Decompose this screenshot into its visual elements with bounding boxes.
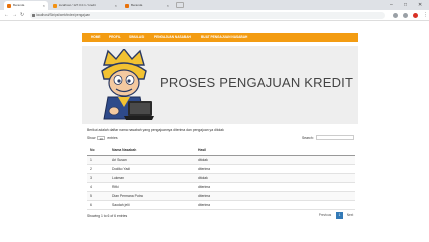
cell-hasil: ditolak [195,155,355,165]
minimize-icon[interactable]: – [390,0,393,10]
column-header-hasil[interactable]: Hasil [195,146,355,156]
table-row: 6 Saodah jelii diterima [87,200,355,210]
browser-tab-label: Beranda [131,3,143,7]
cell-no: 6 [87,200,109,210]
new-tab-button[interactable] [176,2,184,8]
nav-item-home[interactable]: HOME [91,33,101,42]
cell-nama: Saodah jelii [109,200,195,210]
cell-nama: Rifki [109,182,195,192]
search-input[interactable] [316,135,354,140]
page-container: HOME PROFIL SIMULASI PENGAJUAN NASABAH B… [82,33,358,223]
show-entries-control: Show 10 entries [87,136,118,141]
show-label: Show [87,136,96,140]
reload-icon[interactable]: ↻ [20,10,24,21]
site-favicon-icon [53,3,57,8]
cell-no: 1 [87,155,109,165]
close-tab-icon[interactable]: × [115,1,117,10]
previous-page-button[interactable]: Previous [316,212,334,219]
page-info-icon[interactable] [32,14,35,17]
address-bar[interactable]: localhost/Skripsi/web/index/pengajuan [30,12,385,19]
extension-icon[interactable] [393,13,398,18]
site-favicon-icon [125,3,129,8]
column-header-no[interactable]: No [87,146,109,156]
entries-label: entries [107,136,118,140]
nav-item-profil[interactable]: PROFIL [109,33,121,42]
browser-tab-bar: Beranda × localhost / 127.0.0.1 / kredit… [0,0,429,10]
profile-avatar-icon[interactable] [413,13,418,18]
address-bar-url: localhost/Skripsi/web/index/pengajuan [36,13,91,17]
entries-per-page-select[interactable]: 10 [97,136,106,142]
banner-title: PROSES PENGAJUAN KREDIT [160,75,354,90]
extension-icon[interactable] [403,13,408,18]
cell-hasil: diterima [195,200,355,210]
cell-no: 3 [87,173,109,183]
table-row: 1 Ari Susan ditolak [87,155,355,165]
nav-item-simulasi[interactable]: SIMULASI [129,33,144,42]
cell-no: 5 [87,191,109,201]
mascot-illustration [101,49,154,120]
browser-tab[interactable]: Beranda × [4,1,48,10]
table-row: 2 Dodiko Yadi diterima [87,164,355,174]
nav-item-pengajuan-nasabah[interactable]: PENGAJUAN NASABAH [154,33,191,42]
nav-item-buat-pengajuan[interactable]: BUAT PENGAJUAN NASABAH [201,33,247,42]
cell-nama: Ari Susan [109,155,195,165]
main-navbar: HOME PROFIL SIMULASI PENGAJUAN NASABAH B… [82,33,358,42]
table-row: 3 Lukman ditolak [87,173,355,183]
browser-tab-label: localhost / 127.0.0.1 / kredit [59,3,96,7]
table-info: Showing 1 to 6 of 6 entries [87,214,128,218]
cell-no: 4 [87,182,109,192]
page-1-button[interactable]: 1 [336,212,343,219]
cell-hasil: ditolak [195,173,355,183]
cell-hasil: diterima [195,164,355,174]
next-page-button[interactable]: Next [344,212,356,219]
forward-arrow-icon[interactable]: → [12,10,17,21]
browser-tab-label: Beranda [13,3,25,7]
cell-hasil: diterima [195,182,355,192]
browser-toolbar: ← → ↻ localhost/Skripsi/web/index/pengaj… [0,10,429,21]
close-window-icon[interactable]: ✕ [418,0,422,10]
cell-nama: Dian Permana Putra [109,191,195,201]
maximize-icon[interactable]: □ [404,0,407,10]
cell-no: 2 [87,164,109,174]
page-description: Berikut adalah daftar nama nasabah yang … [87,128,224,132]
table-row: 4 Rifki diterima [87,182,355,192]
table-row: 5 Dian Permana Putra diterima [87,191,355,201]
back-arrow-icon[interactable]: ← [4,10,9,21]
browser-tab[interactable]: Beranda × [122,1,172,10]
cell-hasil: diterima [195,191,355,201]
browser-menu-icon[interactable]: ⋮ [423,10,428,21]
close-tab-icon[interactable]: × [167,1,169,10]
nasabah-table: No Nama Nasabah Hasil 1 Ari Susan ditola… [87,146,355,210]
table-header-row: No Nama Nasabah Hasil [87,146,355,156]
close-tab-icon[interactable]: × [43,1,45,10]
cell-nama: Dodiko Yadi [109,164,195,174]
cell-nama: Lukman [109,173,195,183]
entries-per-page-value: 10 [99,137,103,142]
browser-tab[interactable]: localhost / 127.0.0.1 / kredit × [50,1,120,10]
hero-banner: PROSES PENGAJUAN KREDIT [82,46,358,124]
search-label: Search: [302,136,314,140]
column-header-nama[interactable]: Nama Nasabah [109,146,195,156]
site-favicon-icon [7,3,11,8]
